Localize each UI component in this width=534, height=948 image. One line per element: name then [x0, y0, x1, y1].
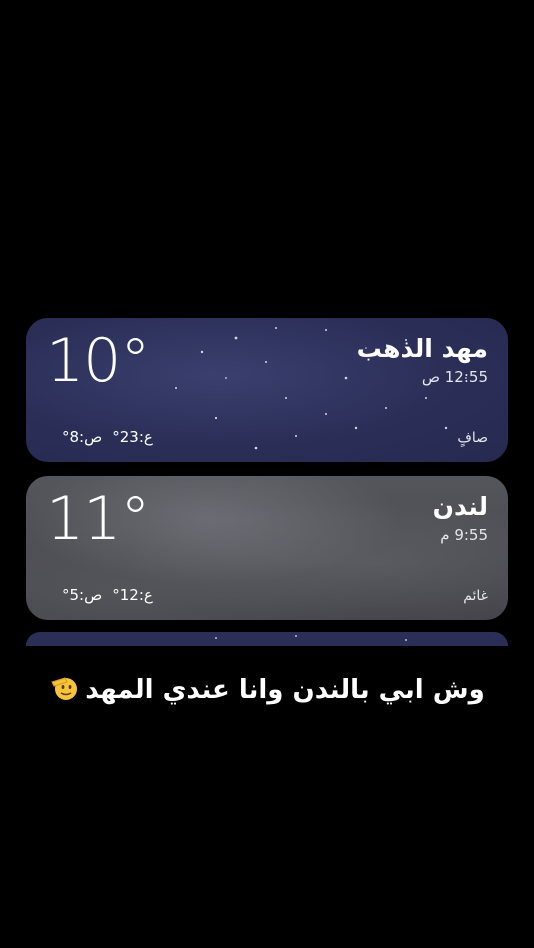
high-temp: ع:12° — [112, 586, 153, 604]
high-low: ع:12° ص:5° — [52, 586, 153, 604]
video-caption: وش ابي بالندن وانا عندي المهد — [0, 672, 534, 709]
high-low: ع:23° ص:8° — [52, 428, 153, 446]
low-temp: ص:5° — [62, 586, 103, 604]
weather-condition: صافٍ — [457, 430, 488, 446]
city-name: مهد الذهب — [356, 334, 488, 363]
stars-background — [215, 635, 407, 641]
city-name: لندن — [432, 492, 488, 521]
low-temp: ص:8° — [62, 428, 103, 446]
weather-condition: غائم — [463, 588, 488, 604]
weather-card-partial[interactable] — [26, 632, 508, 646]
local-time: 12:55 ص — [421, 368, 488, 386]
local-time: 9:55 م — [440, 526, 488, 544]
high-temp: ع:23° — [112, 428, 153, 446]
weather-card-mahd-althahab[interactable]: 10° مهد الذهب 12:55 ص صافٍ ع:23° ص:8° — [26, 318, 508, 462]
temperature: 10° — [46, 326, 150, 396]
saluting-face-icon — [49, 672, 83, 709]
temperature: 11° — [46, 484, 150, 554]
weather-card-london[interactable]: 11° لندن 9:55 م غائم ع:12° ص:5° — [26, 476, 508, 620]
caption-text: وش ابي بالندن وانا عندي المهد — [85, 675, 485, 705]
